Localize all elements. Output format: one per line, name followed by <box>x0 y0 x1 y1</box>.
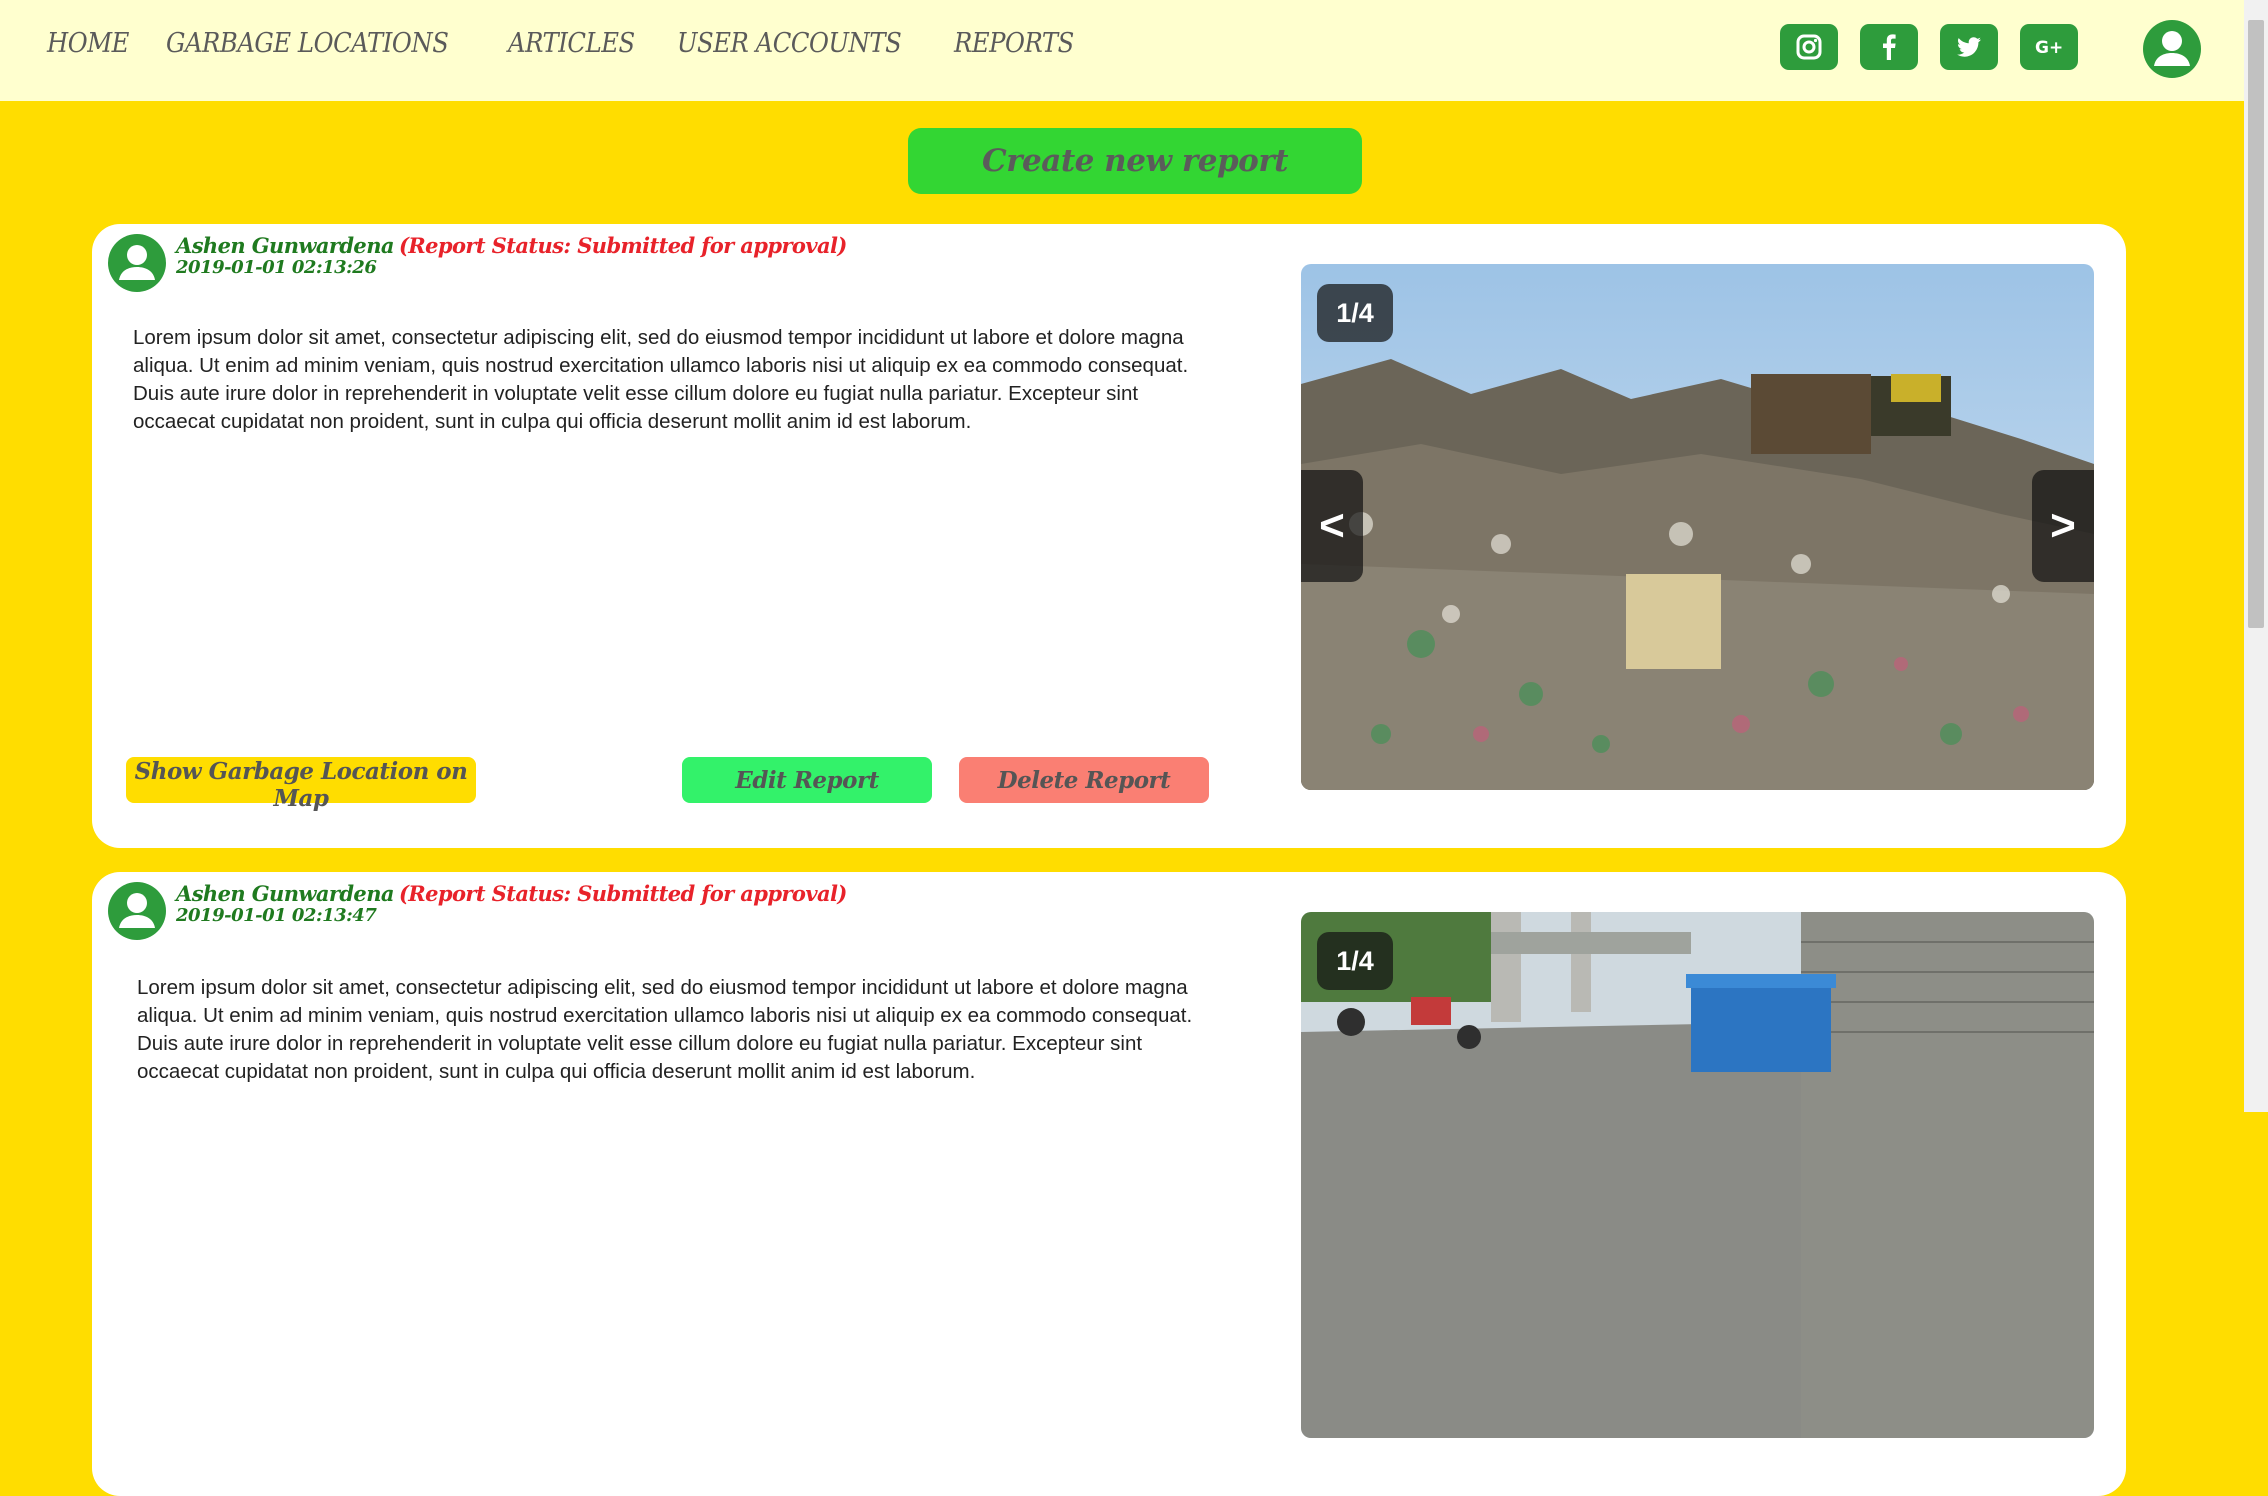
edit-report-button[interactable]: Edit Report <box>682 757 932 803</box>
report-card: Ashen Gunwardena (Report Status: Submitt… <box>92 224 2126 848</box>
svg-text:G+: G+ <box>2035 38 2063 58</box>
user-icon <box>119 245 155 280</box>
author-avatar <box>108 234 166 292</box>
report-meta: Ashen Gunwardena (Report Status: Submitt… <box>176 233 847 279</box>
nav-garbage-locations[interactable]: GARBAGE LOCATIONS <box>166 28 449 59</box>
nav-articles[interactable]: ARTICLES <box>508 28 635 59</box>
report-status: (Report Status: Submitted for approval) <box>398 881 847 906</box>
nav-home[interactable]: HOME <box>47 28 129 59</box>
social-links: G+ <box>1780 24 2078 70</box>
twitter-button[interactable] <box>1940 24 1998 70</box>
create-new-report-button[interactable]: Create new report <box>908 128 1362 194</box>
nav-user-accounts[interactable]: USER ACCOUNTS <box>677 28 902 59</box>
scrollbar-thumb[interactable] <box>2248 20 2264 628</box>
carousel-next-button[interactable]: > <box>2032 470 2094 582</box>
carousel-prev-button[interactable]: < <box>1301 470 1363 582</box>
author-avatar <box>108 882 166 940</box>
vertical-scrollbar[interactable] <box>2244 0 2268 1112</box>
top-nav-bar: HOME GARBAGE LOCATIONS ARTICLES USER ACC… <box>0 0 2244 101</box>
nav-reports[interactable]: REPORTS <box>954 28 1074 59</box>
report-card: Ashen Gunwardena (Report Status: Submitt… <box>92 872 2126 1496</box>
show-location-on-map-button[interactable]: Show Garbage Location on Map <box>126 757 476 812</box>
image-counter: 1/4 <box>1317 284 1393 342</box>
instagram-button[interactable] <box>1780 24 1838 70</box>
user-profile-button[interactable] <box>2143 20 2201 78</box>
user-icon <box>119 893 155 928</box>
report-meta: Ashen Gunwardena (Report Status: Submitt… <box>176 881 847 927</box>
facebook-icon <box>1883 34 1896 60</box>
delete-report-button[interactable]: Delete Report <box>959 757 1209 803</box>
report-date: 2019-01-01 02:13:26 <box>176 257 377 279</box>
google-plus-icon: G+ <box>2035 38 2063 58</box>
image-counter: 1/4 <box>1317 932 1393 990</box>
facebook-button[interactable] <box>1860 24 1918 70</box>
report-image-carousel: 1/4 < > <box>1301 264 2094 790</box>
report-image-carousel: 1/4 <box>1301 912 2094 1438</box>
report-description: Lorem ipsum dolor sit amet, consectetur … <box>137 976 1193 1083</box>
user-icon <box>2154 31 2190 66</box>
report-date: 2019-01-01 02:13:47 <box>176 905 377 927</box>
report-author: Ashen Gunwardena <box>176 233 394 258</box>
google-plus-button[interactable]: G+ <box>2020 24 2078 70</box>
report-author: Ashen Gunwardena <box>176 881 394 906</box>
report-description: Lorem ipsum dolor sit amet, consectetur … <box>133 326 1189 433</box>
main-nav: HOME GARBAGE LOCATIONS ARTICLES USER ACC… <box>47 28 1087 59</box>
twitter-icon <box>1957 37 1981 57</box>
street-bins-photo <box>1301 912 2094 1438</box>
landfill-photo <box>1301 264 2094 790</box>
instagram-icon <box>1796 34 1822 60</box>
report-status: (Report Status: Submitted for approval) <box>398 233 847 258</box>
